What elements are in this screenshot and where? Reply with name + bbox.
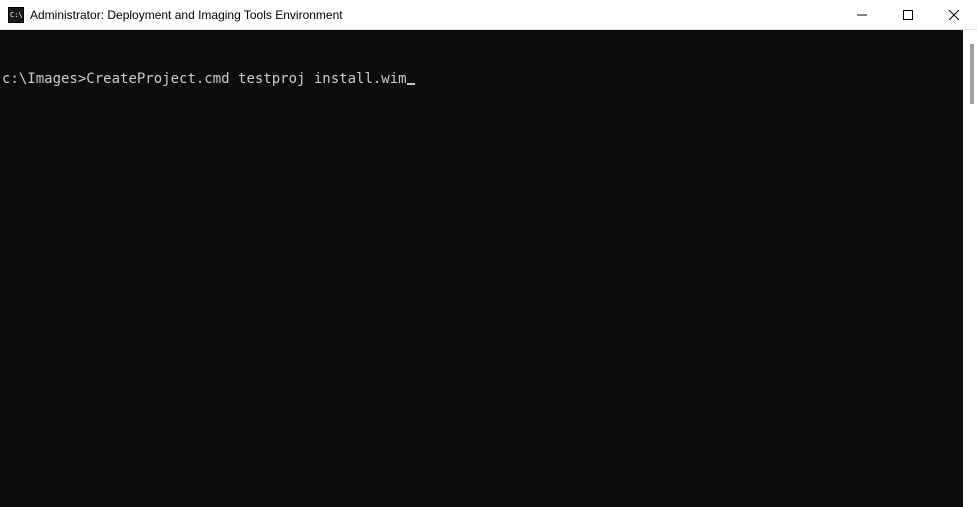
- window-controls: [839, 0, 977, 29]
- maximize-icon: [903, 10, 913, 20]
- cursor: [407, 83, 415, 85]
- svg-text:C:\: C:\: [10, 11, 23, 19]
- terminal-line: c:\Images>CreateProject.cmd testproj ins…: [2, 70, 961, 88]
- close-icon: [949, 10, 959, 20]
- scrollbar-track[interactable]: [963, 30, 977, 507]
- minimize-button[interactable]: [839, 0, 885, 30]
- close-button[interactable]: [931, 0, 977, 30]
- minimize-icon: [857, 10, 867, 20]
- scrollbar-thumb[interactable]: [970, 44, 974, 104]
- maximize-button[interactable]: [885, 0, 931, 30]
- terminal-prompt: c:\Images>: [2, 70, 86, 88]
- terminal-command: CreateProject.cmd testproj install.wim: [86, 70, 406, 88]
- terminal-area: c:\Images>CreateProject.cmd testproj ins…: [0, 30, 977, 507]
- titlebar: C:\ Administrator: Deployment and Imagin…: [0, 0, 977, 30]
- cmd-icon: C:\: [8, 7, 24, 23]
- window-title: Administrator: Deployment and Imaging To…: [30, 8, 839, 22]
- terminal[interactable]: c:\Images>CreateProject.cmd testproj ins…: [0, 30, 963, 507]
